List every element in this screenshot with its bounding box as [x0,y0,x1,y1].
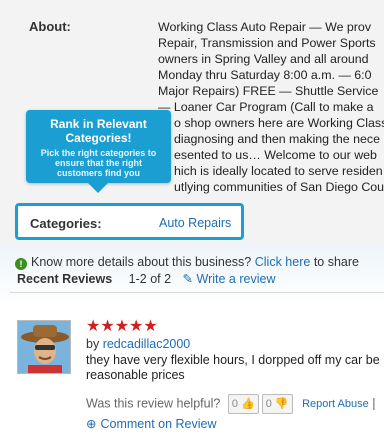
know-more-text: Know more details about this business? [31,255,252,269]
know-more-row: ! Know more details about this business? … [15,255,359,270]
tooltip-body: Pick the right categories to ensure that… [40,148,157,178]
star-icon: ★ [143,318,158,335]
about-line: Major Repairs) FREE — Shuttle Service [158,84,379,98]
comment-on-review-link[interactable]: ⊕ Comment on Review [86,416,217,431]
write-review-link[interactable]: Write a review [197,272,276,286]
plus-icon: ⊕ [86,417,97,431]
review-byline: by redcadillac2000 [86,337,190,351]
thumbs-down-icon: 👎 [274,398,289,410]
category-link-auto-repairs[interactable]: Auto Repairs [159,216,231,230]
star-rating: ★★★★★ [86,316,158,336]
review-text-line: they have very flexible hours, I dorpped… [86,353,380,367]
know-more-suffix: to share [313,255,359,269]
report-abuse-link[interactable]: Report Abuse [302,398,369,410]
about-line: — Loaner Car Program (Call to make a [158,100,374,114]
exclamation-icon: ! [15,258,27,270]
star-icon: ★ [86,318,101,335]
reviews-header: Recent Reviews 1-2 of 2 ✎ Write a review [17,271,275,286]
categories-label: Categories: [30,216,102,231]
helpful-row: Was this review helpful? 0 👍 0 👎 Report A… [86,394,375,414]
about-line: esented to us… Welcome to our web [174,148,377,162]
separator: | [372,396,376,411]
categories-box: Categories: Auto Repairs [15,203,244,240]
about-text: Working Class Auto Repair — We prov Repa… [158,19,384,195]
avatar[interactable] [17,320,71,374]
about-line: diagnosing and then making the nece [174,132,380,146]
helpful-label: Was this review helpful? [86,396,221,411]
about-line: hich is ideally located to serve residen [174,164,383,178]
by-prefix: by [86,337,100,351]
pencil-icon: ✎ [182,272,194,286]
tooltip-title: Rank in Relevant Categories! [50,117,147,145]
about-line: Repair, Transmission and Power Sports [158,36,376,50]
about-line: Working Class Auto Repair — We prov [158,20,372,34]
review-text-line: reasonable prices [86,368,185,382]
star-icon: ★ [114,318,130,335]
reviewer-link[interactable]: redcadillac2000 [103,337,191,351]
divider [10,292,384,293]
about-line: owners in Spring Valley and all around [158,52,369,66]
thumbs-down-button[interactable]: 0 👎 [261,394,293,414]
thumbs-up-icon: 👍 [241,398,255,410]
comment-label: Comment on Review [100,417,217,431]
reviews-count: 1-2 of 2 [128,272,172,286]
about-label: About: [29,19,71,34]
cowboy-avatar-icon [18,321,70,373]
review-body: they have very flexible hours, I dorpped… [86,353,384,383]
about-line: Monday thru Saturday 8:00 a.m. — 6:0 [158,68,372,82]
about-section: About: Working Class Auto Repair — We pr… [0,0,384,246]
reviews-title: Recent Reviews [17,272,113,286]
up-count: 0 [231,398,238,410]
down-count: 0 [265,398,272,410]
thumbs-up-button[interactable]: 0 👍 [227,394,259,414]
star-icon: ★ [129,318,144,335]
about-line: o shop owners here are Working Class [174,116,384,130]
about-line: utlying communities of San Diego Cou [174,180,384,194]
star-icon: ★ [100,318,115,335]
rank-tooltip: Rank in Relevant Categories! Pick the ri… [26,110,171,193]
click-here-link[interactable]: Click here [255,255,311,269]
